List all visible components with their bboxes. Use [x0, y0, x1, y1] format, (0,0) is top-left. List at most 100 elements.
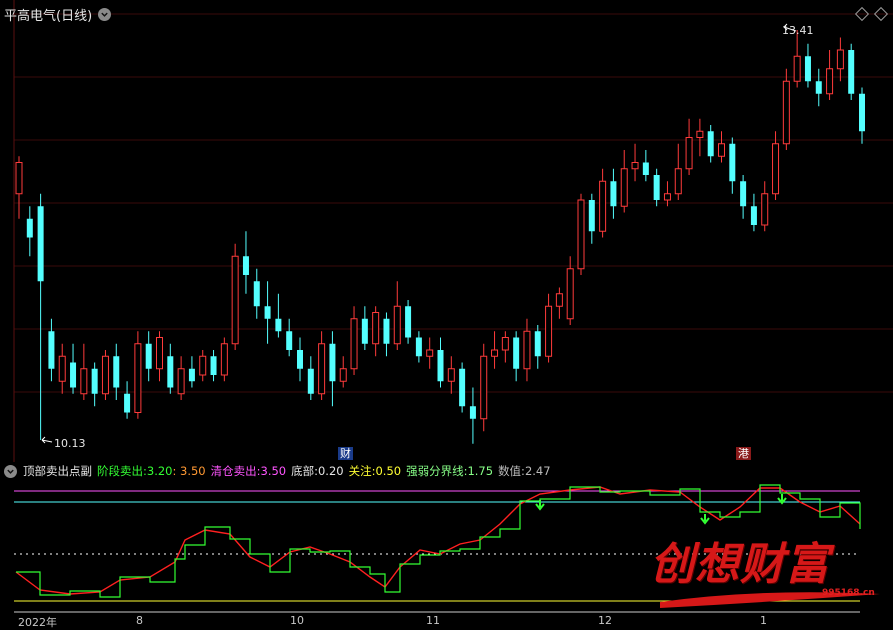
candle-body: [718, 143, 725, 157]
candle-body: [297, 350, 303, 369]
candle-body: [242, 256, 249, 275]
clear-sell-value: 3.50: [260, 464, 287, 478]
candle-body: [48, 331, 55, 369]
candle-body: [577, 199, 585, 270]
stage-sell-value: 3.20: [146, 464, 173, 478]
candle-body: [80, 368, 88, 395]
candle-body: [156, 337, 163, 370]
candle-body: [545, 305, 553, 357]
candle-body: [534, 331, 541, 357]
candle-body: [329, 343, 336, 382]
candle-body: [740, 181, 747, 207]
candle-body: [70, 362, 77, 388]
indicator-name: 顶部卖出点副: [23, 464, 92, 478]
candle-body: [350, 318, 358, 370]
candle-body: [815, 81, 822, 94]
candle-body: [707, 131, 714, 157]
hk-marker[interactable]: 港: [736, 447, 751, 460]
stock-title: 平高电气(日线): [4, 8, 93, 24]
candle-body: [177, 368, 185, 395]
candle-body: [804, 56, 811, 82]
candle-body: [750, 206, 757, 225]
x-label-oct: 10: [290, 614, 304, 627]
watermark-logo: 创想财富: [650, 539, 830, 590]
candle-body: [653, 175, 660, 200]
candle-body: [275, 318, 282, 332]
candle-body: [696, 130, 704, 138]
candle-body: [480, 355, 488, 420]
candle-body: [124, 393, 131, 413]
candle-body: [339, 368, 347, 382]
high-price-label: 13.41: [782, 24, 814, 37]
candle-body: [318, 343, 326, 395]
candle-body: [37, 206, 44, 282]
x-label-jan: 1: [760, 614, 767, 627]
candle-body: [782, 80, 790, 145]
candle-body: [501, 337, 509, 351]
focus-value: 0.50: [375, 464, 402, 478]
sell-arrow: [700, 514, 710, 525]
candle-body: [426, 349, 434, 357]
x-label-dec: 12: [598, 614, 612, 627]
bottom-value: 0.20: [317, 464, 344, 478]
candle-body: [685, 137, 693, 170]
candle-body: [199, 355, 207, 376]
candle-body: [555, 293, 563, 307]
candle-body: [523, 330, 531, 370]
candle-body: [393, 305, 401, 345]
candle-body: [447, 368, 455, 382]
candle-body: [859, 93, 865, 132]
candle-body: [210, 356, 217, 375]
chevron-down-icon-sub[interactable]: [4, 464, 17, 478]
candle-body: [286, 331, 293, 350]
candle-body: [220, 343, 228, 376]
candle-body: [599, 180, 607, 232]
chevron-down-icon[interactable]: [98, 7, 112, 21]
candle-body: [642, 162, 649, 175]
num-value: 2.47: [524, 464, 551, 478]
candle-body: [15, 162, 23, 195]
candle-body: [491, 349, 499, 357]
candle-body: [848, 50, 855, 94]
candle-body: [307, 368, 314, 394]
candle-body: [674, 168, 682, 195]
candle-body: [405, 306, 412, 338]
candle-body: [188, 368, 195, 382]
candle-body: [610, 181, 617, 207]
candle-body: [836, 49, 844, 70]
candle-body: [134, 343, 142, 413]
candle-body: [631, 162, 639, 170]
candle-body: [91, 368, 98, 394]
bottom-label: 底部:: [291, 464, 318, 478]
candle-body: [793, 55, 801, 82]
x-label-year: 2022年: [18, 616, 57, 629]
candle-body: [167, 356, 174, 388]
candle-body: [145, 343, 152, 369]
candle-body: [566, 268, 574, 320]
candle-body: [513, 337, 520, 369]
divide-label: 强弱分界线:: [406, 464, 468, 478]
num-label: 数值:: [498, 464, 525, 478]
candle-body: [469, 406, 476, 419]
candle-body: [253, 281, 260, 307]
candle-body: [58, 355, 66, 382]
stage-sell-label: 阶段卖出:: [97, 464, 147, 478]
watermark-url: 995168.cn: [822, 588, 875, 598]
candle-body: [620, 168, 628, 207]
candle-body: [826, 68, 834, 95]
focus-label: 关注:: [348, 464, 376, 478]
stage-sell-value2: : 3.50: [172, 464, 206, 478]
candle-body: [361, 318, 368, 344]
x-label-nov: 11: [426, 614, 440, 627]
candle-body: [372, 312, 380, 345]
candle-body: [415, 337, 422, 357]
candle-body: [459, 368, 466, 407]
candle-body: [437, 350, 444, 382]
candle-body: [383, 318, 390, 344]
finance-marker[interactable]: 财: [338, 447, 353, 460]
candle-body: [231, 255, 239, 345]
candle-body: [588, 200, 595, 232]
candle-body: [761, 193, 769, 226]
candle-body: [772, 143, 780, 195]
candle-body: [113, 356, 120, 388]
